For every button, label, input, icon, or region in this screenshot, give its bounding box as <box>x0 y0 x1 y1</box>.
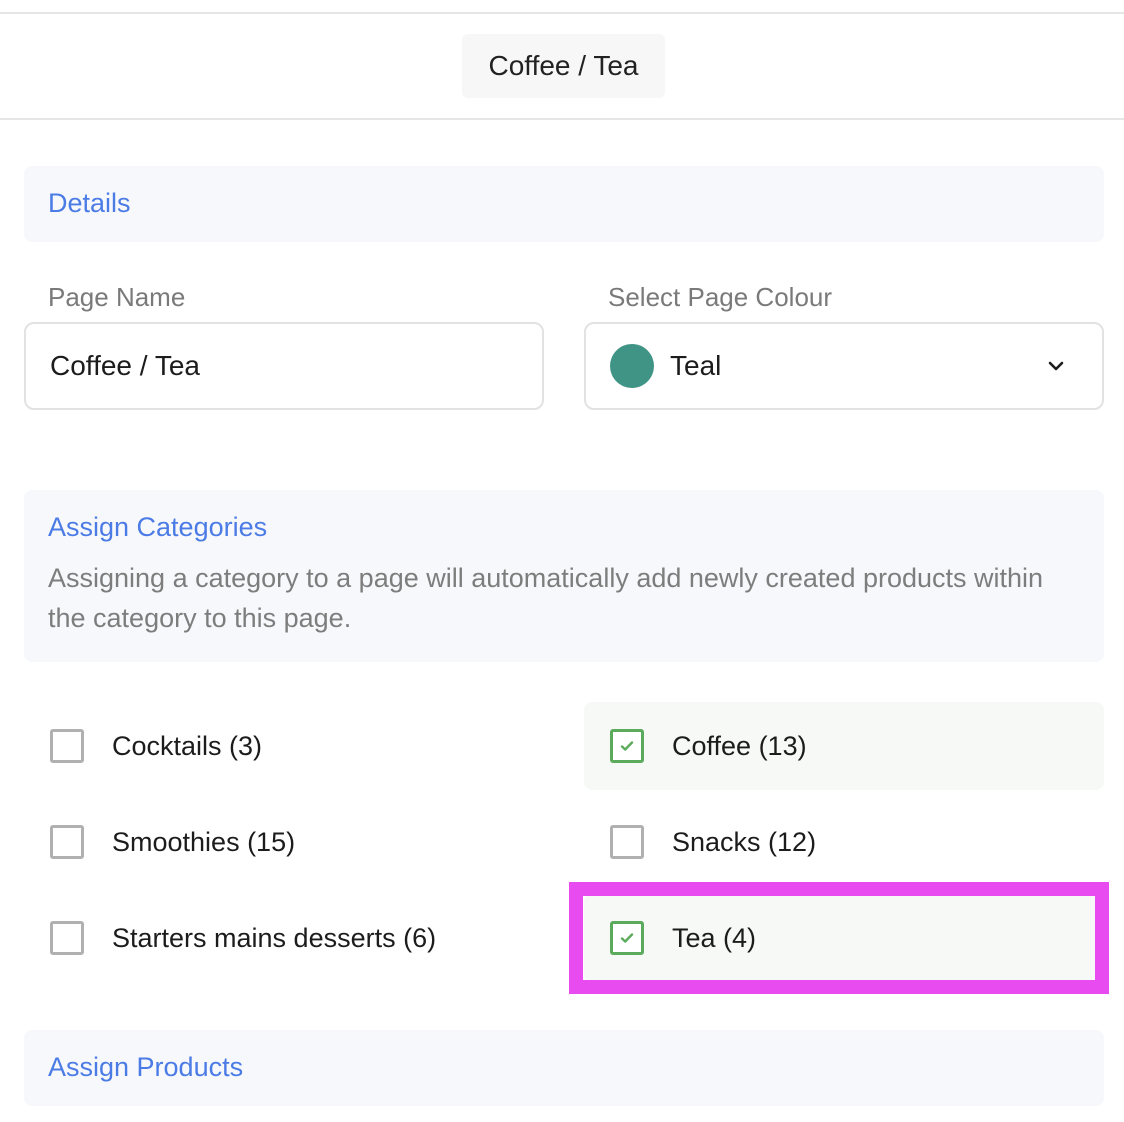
top-border <box>0 12 1124 14</box>
category-label: Starters mains desserts (6) <box>112 922 437 953</box>
category-item-snacks[interactable]: Snacks (12) <box>584 798 1104 886</box>
page-name-value: Coffee / Tea <box>50 350 200 381</box>
header-divider <box>0 118 1124 120</box>
category-label: Tea (4) <box>672 922 757 953</box>
category-item-coffee[interactable]: Coffee (13) <box>584 702 1104 790</box>
checkbox-unchecked[interactable] <box>50 729 84 763</box>
category-label: Snacks (12) <box>672 826 817 857</box>
category-label: Smoothies (15) <box>112 826 296 857</box>
checkbox-unchecked[interactable] <box>50 825 84 859</box>
checkbox-unchecked[interactable] <box>50 921 84 955</box>
details-section-header <box>24 166 1104 242</box>
chevron-down-icon <box>1048 361 1064 371</box>
category-item-smoothies[interactable]: Smoothies (15) <box>24 798 544 886</box>
category-item-cocktails[interactable]: Cocktails (3) <box>24 702 544 790</box>
check-icon <box>620 741 634 751</box>
details-title: Details <box>48 188 131 218</box>
check-icon <box>620 933 634 943</box>
colour-swatch <box>610 344 654 388</box>
category-label: Cocktails (3) <box>112 730 263 761</box>
checkbox-checked[interactable] <box>610 921 644 955</box>
checkbox-checked[interactable] <box>610 729 644 763</box>
page-name-input[interactable]: Coffee / Tea <box>24 322 544 410</box>
page-name-label: Page Name <box>48 282 186 312</box>
page-title: Coffee / Tea <box>462 34 665 98</box>
categories-title: Assign Categories <box>48 512 268 542</box>
colour-select[interactable]: Teal <box>584 322 1104 410</box>
category-item-starters[interactable]: Starters mains desserts (6) <box>24 894 544 982</box>
checkbox-unchecked[interactable] <box>610 825 644 859</box>
products-title: Assign Products <box>48 1052 244 1082</box>
category-label: Coffee (13) <box>672 730 807 761</box>
colour-label: Select Page Colour <box>608 282 833 312</box>
category-item-tea[interactable]: Tea (4) <box>584 894 1104 982</box>
colour-value: Teal <box>670 350 722 381</box>
categories-description: Assigning a category to a page will auto… <box>48 563 1044 633</box>
